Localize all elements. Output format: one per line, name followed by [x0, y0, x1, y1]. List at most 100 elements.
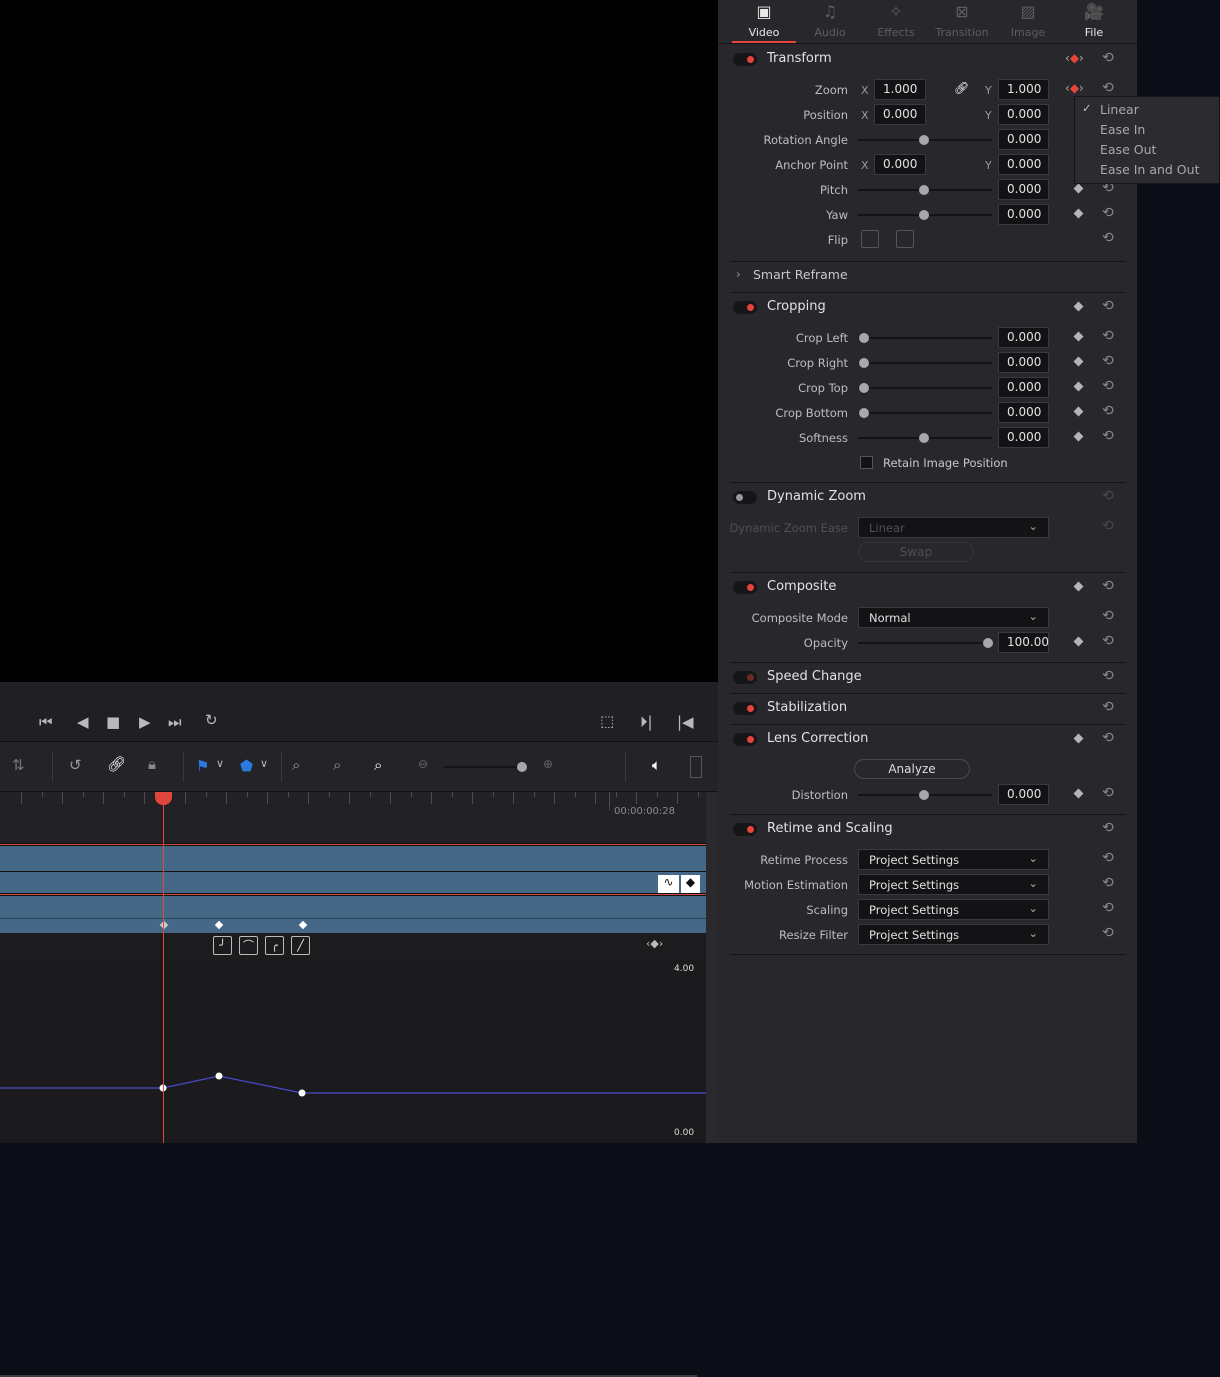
reset-icon[interactable]: ⟲ — [1102, 403, 1114, 419]
reset-icon[interactable]: ⟲ — [1102, 578, 1114, 594]
slider-knob[interactable] — [919, 210, 929, 220]
slider-knob[interactable] — [517, 762, 527, 772]
value-slider[interactable] — [858, 210, 992, 220]
keyframe-button[interactable] — [1073, 788, 1084, 799]
enable-toggle[interactable] — [733, 491, 757, 504]
reset-icon[interactable]: ⟲ — [1102, 298, 1114, 314]
dropdown[interactable]: Project Settings ⌄ — [858, 924, 1049, 945]
marker-icon[interactable]: ⬟ — [240, 757, 253, 775]
value-slider[interactable] — [858, 135, 992, 145]
slider-knob[interactable] — [859, 383, 869, 393]
value-input[interactable]: 0.000 — [998, 377, 1049, 398]
slider-knob[interactable] — [859, 358, 869, 368]
keyframe-button[interactable] — [1073, 208, 1084, 219]
x-value-input[interactable]: 0.000 — [874, 104, 926, 125]
keyframe-button[interactable] — [1073, 406, 1084, 417]
menu-item-ease-out[interactable]: Ease Out — [1100, 142, 1156, 157]
y-value-input[interactable]: 1.000 — [998, 79, 1049, 100]
value-input[interactable]: 0.000 — [998, 402, 1049, 423]
keyframe-button[interactable] — [1073, 636, 1084, 647]
slider-knob[interactable] — [919, 185, 929, 195]
dropdown[interactable]: Normal ⌄ — [858, 607, 1049, 628]
previous-edit-button[interactable]: |◀ — [677, 713, 694, 731]
chevron-down-icon[interactable]: ∨ — [216, 757, 224, 770]
keyframe-marker[interactable] — [214, 920, 224, 930]
tab-image[interactable]: ▨ Image — [996, 0, 1060, 39]
value-input[interactable]: 0.000 — [998, 129, 1049, 150]
snapping-icon[interactable]: ↺ — [69, 756, 82, 774]
reset-icon[interactable]: ⟲ — [1102, 668, 1114, 684]
keyframe-toggle-icon[interactable]: ◆ — [681, 875, 700, 893]
ease-in-out-curve-button[interactable]: ⌒ — [239, 936, 258, 955]
section-header-stabilization[interactable]: Stabilization ⟲ — [718, 697, 1137, 722]
link-icon[interactable]: 🔗︎ — [107, 755, 126, 773]
reset-icon[interactable]: ⟲ — [1102, 428, 1114, 444]
reset-icon[interactable]: ⟲ — [1102, 205, 1114, 221]
value-slider[interactable] — [858, 638, 993, 648]
value-slider[interactable] — [858, 358, 992, 368]
keyframe-marker[interactable] — [159, 920, 169, 930]
section-header-speed-change[interactable]: Speed Change ⟲ — [718, 666, 1137, 691]
chevron-right-icon[interactable]: › — [736, 267, 741, 281]
timeline-scrollbar[interactable] — [706, 792, 718, 1143]
value-slider[interactable] — [858, 383, 992, 393]
speaker-icon[interactable]: 🔈︎ — [652, 756, 661, 774]
reset-icon[interactable]: ⟲ — [1102, 378, 1114, 394]
keyframe-button[interactable] — [1073, 581, 1084, 592]
reset-icon[interactable]: ⟲ — [1102, 850, 1114, 866]
reset-icon[interactable]: ⟲ — [1102, 518, 1114, 534]
enable-toggle[interactable] — [733, 581, 757, 594]
keyframe-button[interactable] — [1073, 356, 1084, 367]
reset-icon[interactable]: ⟲ — [1102, 353, 1114, 369]
reset-icon[interactable]: ⟲ — [1102, 900, 1114, 916]
menu-item-ease-in-and-out[interactable]: Ease In and Out — [1100, 162, 1199, 177]
zoom-custom-icon[interactable]: ⌕ — [374, 756, 382, 774]
match-frame-icon[interactable]: ⬚ — [600, 712, 614, 730]
slider-knob[interactable] — [859, 408, 869, 418]
value-input[interactable]: 100.00 — [998, 632, 1049, 653]
keyframe-button[interactable] — [1073, 431, 1084, 442]
analyze-button[interactable]: Analyze — [854, 759, 970, 779]
tab-video[interactable]: ▣ Video — [732, 0, 796, 39]
tab-effects[interactable]: ✧ Effects — [864, 0, 928, 39]
slider-knob[interactable] — [983, 638, 993, 648]
reset-icon[interactable]: ⟲ — [1102, 925, 1114, 941]
enable-toggle[interactable] — [733, 733, 757, 746]
menu-item-ease-in[interactable]: Ease In — [1100, 122, 1145, 137]
ease-out-curve-button[interactable]: ╭ — [265, 936, 284, 955]
y-value-input[interactable]: 0.000 — [998, 154, 1049, 175]
value-input[interactable]: 0.000 — [998, 204, 1049, 225]
x-value-input[interactable]: 1.000 — [874, 79, 926, 100]
slider-knob[interactable] — [919, 790, 929, 800]
section-header-transform[interactable]: Transform ‹◆› ⟲ — [718, 48, 1137, 73]
enable-toggle[interactable] — [733, 301, 757, 314]
section-header-cropping[interactable]: Cropping ⟲ — [718, 296, 1137, 321]
keyframe-button[interactable] — [1073, 301, 1084, 312]
checkbox[interactable] — [860, 456, 873, 469]
jump-to-start-button[interactable]: ⏮ — [39, 713, 53, 731]
zoom-full-icon[interactable]: ⌕ — [292, 756, 300, 774]
reset-icon[interactable]: ⟲ — [1102, 488, 1114, 504]
zoom-out-button[interactable]: ⊖ — [418, 757, 428, 771]
reset-icon[interactable]: ⟲ — [1102, 608, 1114, 624]
video-track-clips[interactable]: ∿ ◆ — [0, 843, 706, 933]
value-slider[interactable] — [858, 185, 992, 195]
section-header-composite[interactable]: Composite ⟲ — [718, 576, 1137, 601]
zoom-in-button[interactable]: ⊕ — [543, 757, 553, 771]
y-value-input[interactable]: 0.000 — [998, 104, 1049, 125]
x-value-input[interactable]: 0.000 — [874, 154, 926, 175]
flag-icon[interactable]: ⚑ — [196, 757, 209, 775]
tab-file[interactable]: 🎥 File — [1062, 0, 1126, 39]
reset-icon[interactable]: ⟲ — [1102, 875, 1114, 891]
value-input[interactable]: 0.000 — [998, 179, 1049, 200]
dropdown[interactable]: Project Settings ⌄ — [858, 874, 1049, 895]
position-lock-icon[interactable]: 🔒︎ — [148, 755, 156, 773]
ease-in-curve-button[interactable]: ╯ — [213, 936, 232, 955]
reset-icon[interactable]: ⟲ — [1102, 328, 1114, 344]
reset-icon[interactable]: ⟲ — [1102, 80, 1114, 96]
keyframe-marker[interactable] — [298, 920, 308, 930]
timeline-zoom-slider[interactable] — [444, 762, 527, 772]
keyframe-button[interactable] — [1073, 381, 1084, 392]
zoom-detail-icon[interactable]: ⌕ — [333, 756, 341, 774]
next-edit-button[interactable]: ⏵︎| — [640, 713, 653, 731]
